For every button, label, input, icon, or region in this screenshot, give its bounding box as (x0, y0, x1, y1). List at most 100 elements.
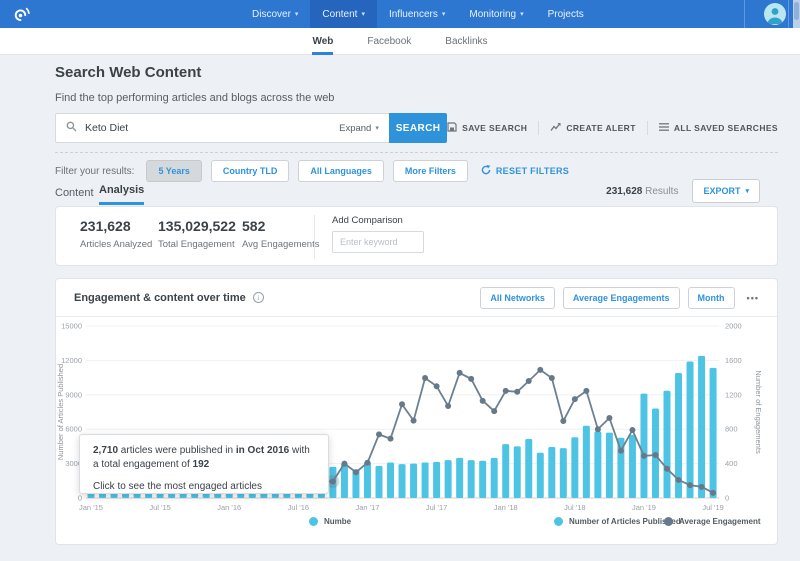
svg-text:Jul '16: Jul '16 (288, 503, 309, 512)
chevron-down-icon: ▾ (442, 10, 446, 18)
svg-text:1600: 1600 (725, 356, 742, 365)
all-networks-button[interactable]: All Networks (480, 287, 555, 309)
tooltip-text: 2,710 articles were published in in Oct … (93, 444, 315, 472)
svg-text:1200: 1200 (725, 390, 742, 399)
search-button[interactable]: SEARCH (389, 113, 447, 143)
summary-stats-card: 231,628 Articles Analyzed 135,029,522 To… (55, 206, 778, 266)
chart-title: Engagement & content over time (74, 292, 246, 304)
month-button[interactable]: Month (688, 287, 735, 309)
svg-text:15000: 15000 (61, 322, 82, 331)
save-search-button[interactable]: SAVE SEARCH (447, 122, 527, 134)
tooltip-month: in Oct 2016 (236, 445, 289, 456)
tooltip-engagement-value: 192 (193, 459, 210, 470)
add-comparison: Add Comparison (332, 215, 424, 253)
legend-item-articles[interactable]: Number of Articles Published (554, 517, 681, 526)
info-icon[interactable]: i (253, 292, 264, 303)
page-title: Search Web Content (55, 64, 201, 81)
svg-text:Jul '18: Jul '18 (564, 503, 585, 512)
engagement-chart-card: Engagement & content over time i All Net… (55, 278, 778, 545)
svg-text:Number of Articles Published: Number of Articles Published (56, 364, 65, 460)
svg-text:Jul '17: Jul '17 (426, 503, 447, 512)
list-icon (659, 122, 669, 134)
tooltip-click-hint: Click to see the most engaged articles (93, 480, 315, 494)
divider (538, 121, 539, 135)
filter-label: Filter your results: (55, 166, 134, 177)
tooltip-article-count: 2,710 (93, 445, 118, 456)
add-comparison-label: Add Comparison (332, 215, 424, 226)
nav-item-discover[interactable]: Discover ▾ (240, 0, 310, 28)
app-logo-icon[interactable] (12, 4, 32, 29)
legend-dot-icon (664, 517, 673, 526)
results-tabs-row: Content Analysis 231,628 Results EXPORT … (55, 179, 778, 205)
stat-value: 231,628 (80, 218, 152, 234)
svg-text:0: 0 (725, 494, 729, 503)
svg-text:Number of Engagements: Number of Engagements (754, 370, 763, 454)
action-label: ALL SAVED SEARCHES (674, 123, 778, 133)
export-button[interactable]: EXPORT ▾ (692, 179, 760, 203)
top-navbar: Discover ▾ Content ▾ Influencers ▾ Monit… (0, 0, 800, 28)
nav-item-label: Monitoring (469, 9, 516, 20)
tooltip-text-segment: articles were published in (118, 445, 236, 456)
chevron-down-icon: ▾ (745, 187, 749, 195)
stat-label: Total Engagement (158, 239, 236, 250)
nav-item-content[interactable]: Content ▾ (310, 0, 377, 28)
legend-label: Numbe (324, 517, 351, 526)
stat-value: 582 (242, 218, 319, 234)
tab-analysis[interactable]: Analysis (99, 184, 144, 205)
user-avatar[interactable] (764, 3, 786, 25)
page-subtitle: Find the top performing articles and blo… (55, 92, 334, 104)
reset-label: RESET FILTERS (496, 166, 569, 176)
nav-divider (788, 0, 789, 28)
legend-item-truncated[interactable]: Numbe (309, 517, 351, 526)
search-actions: SAVE SEARCH CREATE ALERT ALL SAVED SEAR (447, 121, 778, 135)
tab-content[interactable]: Content (55, 187, 94, 205)
more-options-icon[interactable]: ••• (747, 293, 759, 303)
expand-toggle[interactable]: Expand ▾ (339, 123, 379, 134)
results-count: 231,628 Results (606, 186, 678, 197)
chart-body: 0300060009000120001500004008001200160020… (56, 317, 779, 545)
chevron-down-icon: ▾ (295, 10, 299, 18)
svg-text:Jan '15: Jan '15 (79, 503, 103, 512)
average-engagements-button[interactable]: Average Engagements (563, 287, 680, 309)
chevron-down-icon: ▾ (520, 10, 524, 18)
nav-item-projects[interactable]: Projects (536, 0, 596, 28)
scrollbar-thumb[interactable] (794, 2, 799, 20)
svg-text:400: 400 (725, 459, 738, 468)
svg-text:800: 800 (725, 425, 738, 434)
comparison-keyword-input[interactable] (332, 231, 424, 253)
divider (55, 152, 778, 153)
reset-filters-button[interactable]: RESET FILTERS (481, 165, 569, 177)
results-group: 231,628 Results EXPORT ▾ (606, 179, 760, 203)
results-count-word: Results (645, 186, 678, 197)
person-icon (764, 3, 786, 25)
svg-text:Jan '16: Jan '16 (217, 503, 241, 512)
chart-header: Engagement & content over time i All Net… (56, 279, 777, 317)
tab-web[interactable]: Web (312, 28, 333, 55)
tab-backlinks[interactable]: Backlinks (445, 28, 487, 55)
create-alert-button[interactable]: CREATE ALERT (550, 122, 636, 134)
nav-divider (744, 0, 745, 28)
stat-total-engagement: 135,029,522 Total Engagement (158, 218, 236, 250)
legend-label: Average Engagement (679, 517, 761, 526)
scrollbar-track[interactable] (793, 0, 800, 28)
export-label: EXPORT (703, 186, 740, 196)
divider (647, 121, 648, 135)
expand-label: Expand (339, 123, 371, 134)
nav-item-monitoring[interactable]: Monitoring ▾ (457, 0, 535, 28)
chart-legend: Numbe Number of Articles Published Avera… (56, 517, 779, 533)
tab-facebook[interactable]: Facebook (367, 28, 411, 55)
legend-dot-icon (309, 517, 318, 526)
chart-tooltip[interactable]: 2,710 articles were published in in Oct … (79, 434, 329, 494)
nav-item-label: Discover (252, 9, 291, 20)
search-input[interactable] (85, 122, 339, 134)
legend-dot-icon (554, 517, 563, 526)
nav-menu: Discover ▾ Content ▾ Influencers ▾ Monit… (240, 0, 596, 28)
nav-item-influencers[interactable]: Influencers ▾ (377, 0, 457, 28)
nav-item-label: Influencers (389, 9, 438, 20)
svg-text:6000: 6000 (65, 425, 82, 434)
svg-text:2000: 2000 (725, 322, 742, 331)
nav-item-label: Projects (548, 9, 584, 20)
search-box[interactable]: Expand ▾ (55, 113, 389, 143)
all-saved-searches-button[interactable]: ALL SAVED SEARCHES (659, 122, 778, 134)
legend-item-engagement[interactable]: Average Engagement (664, 517, 761, 526)
